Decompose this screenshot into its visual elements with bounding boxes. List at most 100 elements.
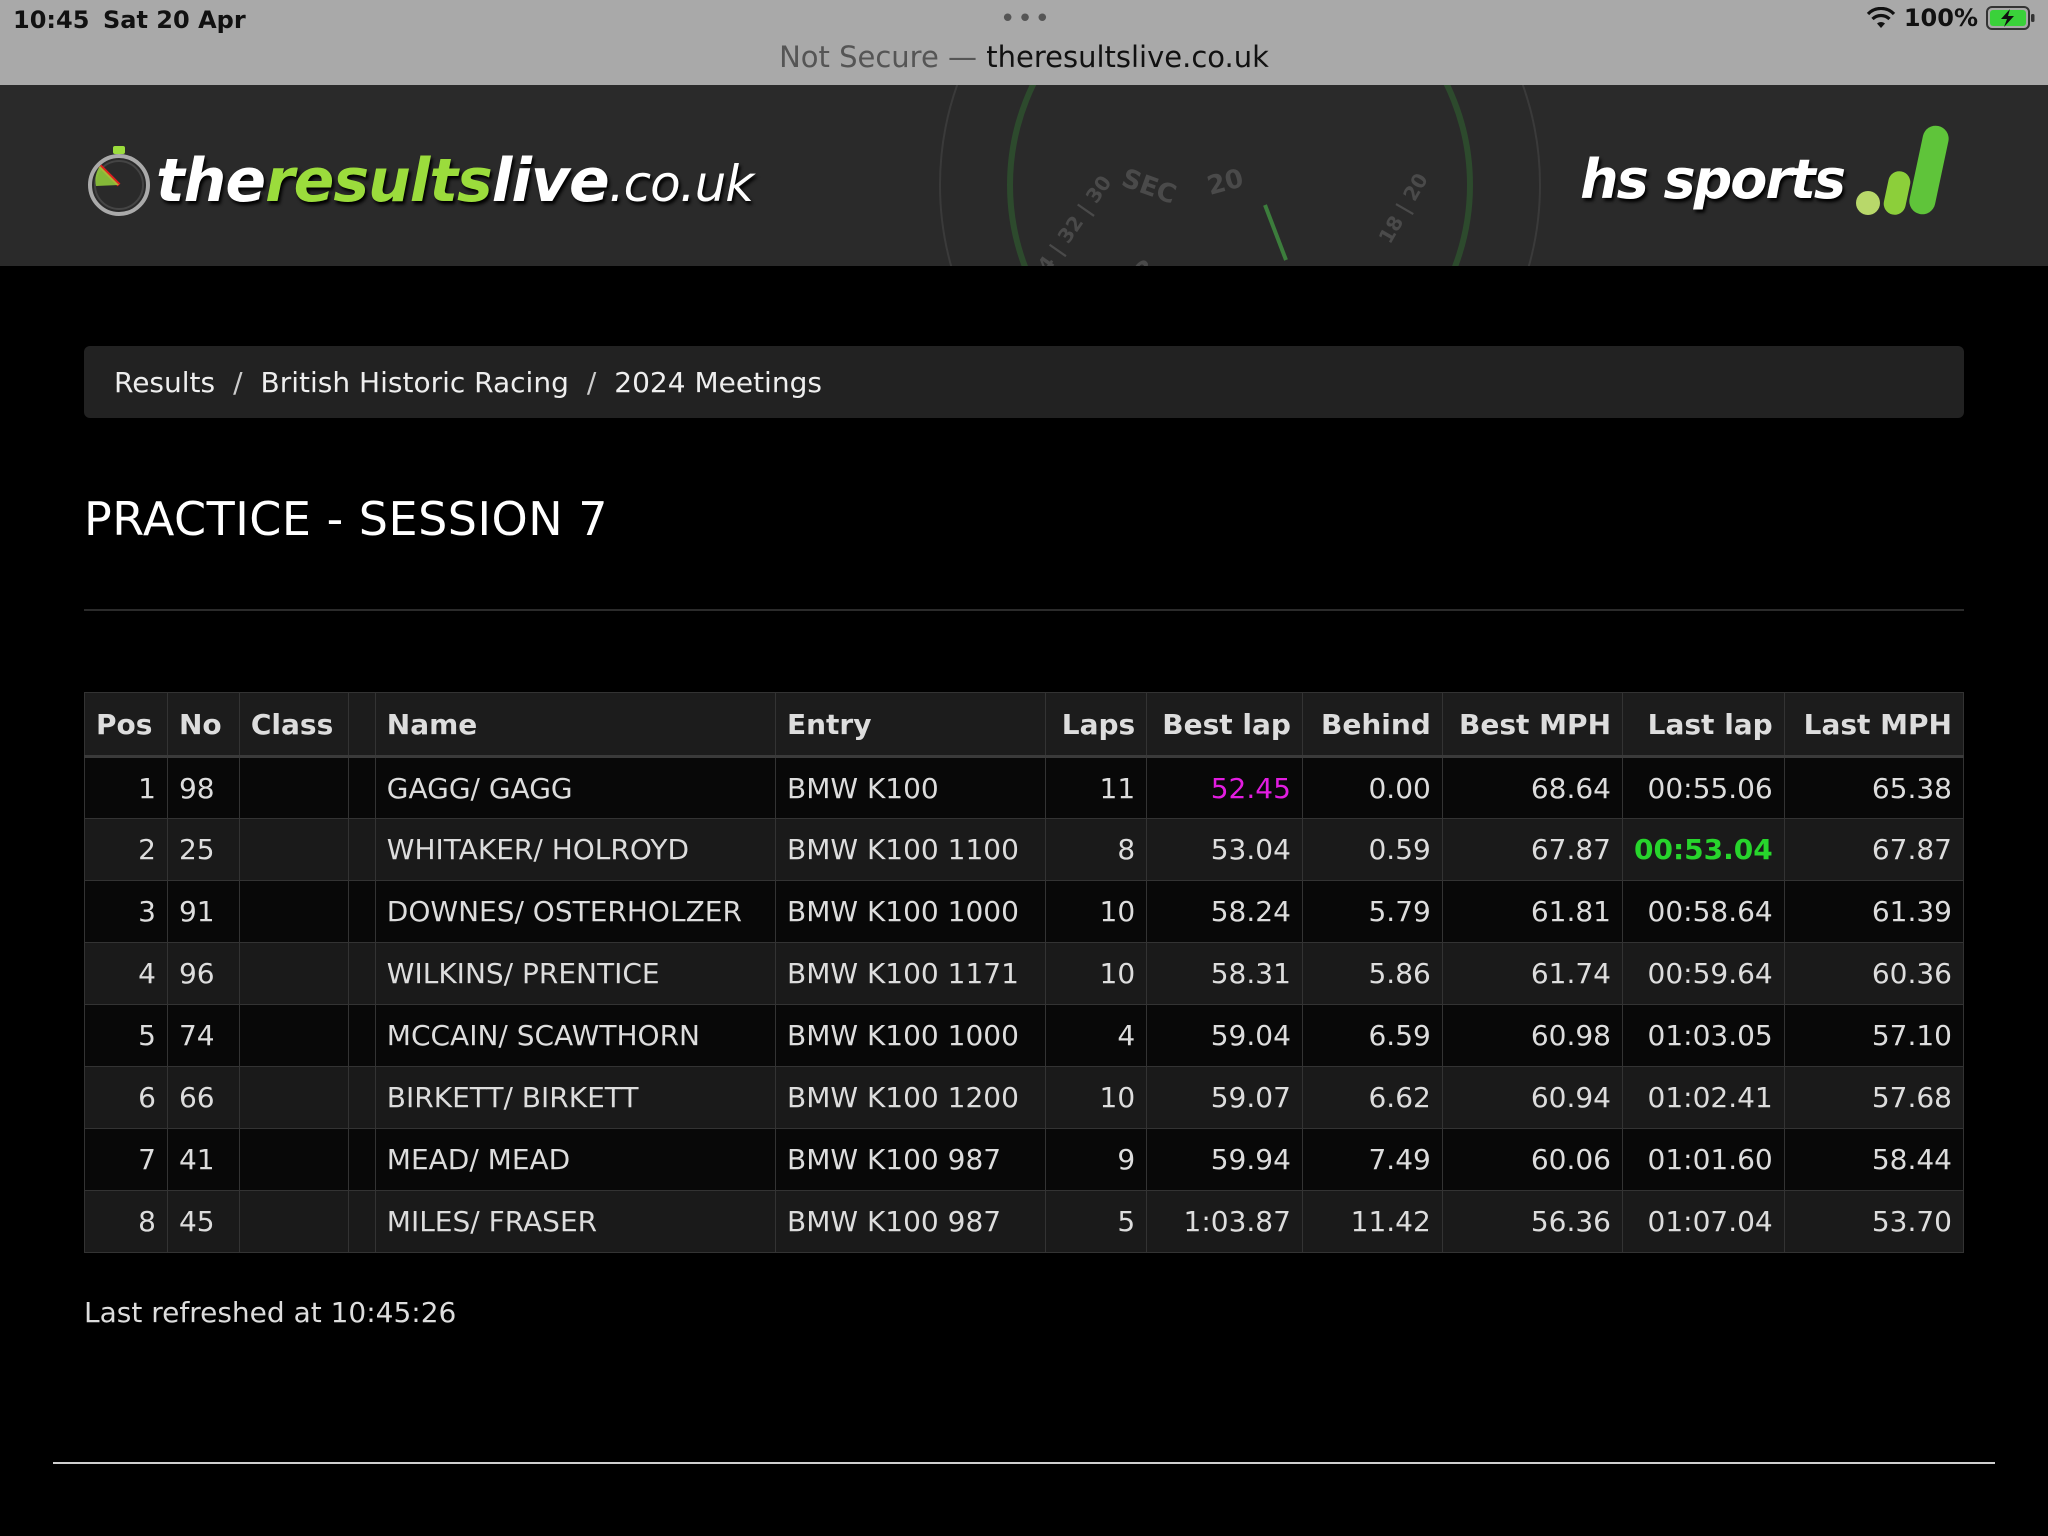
date: Sat 20 Apr [103, 6, 246, 34]
cell-entry: BMW K100 1171 [774, 942, 1047, 1005]
header-last-mph: Last MPH [1783, 692, 1965, 758]
cell-best-lap: 53.04 [1146, 818, 1303, 881]
svg-text:34 | 32 | 30: 34 | 32 | 30 [1024, 171, 1116, 266]
cell-pos: 2 [84, 818, 168, 881]
wifi-icon [1866, 7, 1895, 28]
cell-entry: BMW K100 987 [774, 1128, 1047, 1191]
cell-laps: 4 [1045, 1004, 1148, 1067]
cell-last-mph: 58.44 [1783, 1128, 1965, 1191]
header-best-lap: Best lap [1146, 692, 1303, 758]
svg-text:SEC: SEC [1118, 163, 1180, 210]
table-row: 1 98 GAGG/ GAGG BMW K100 11 52.45 0.00 6… [84, 756, 1965, 819]
cell-laps: 10 [1045, 880, 1148, 943]
cell-last-mph: 61.39 [1783, 880, 1965, 943]
breadcrumb-separator: / [586, 365, 597, 399]
cell-last-lap-personal-best: 00:53.04 [1622, 818, 1785, 881]
cell-spacer [347, 1190, 376, 1253]
svg-text:18: 18 [1115, 254, 1162, 266]
table-row: 8 45 MILES/ FRASER BMW K100 987 5 1:03.8… [84, 1190, 1965, 1253]
results-table: Pos No Class Name Entry Laps Best lap Be… [84, 692, 1965, 1253]
cell-last-lap: 01:02.41 [1622, 1066, 1785, 1129]
cell-best-mph: 61.74 [1441, 942, 1624, 1005]
cell-last-lap: 00:58.64 [1622, 880, 1785, 943]
cell-best-mph: 61.81 [1441, 880, 1624, 943]
cell-behind: 6.62 [1301, 1066, 1443, 1129]
cell-no: 25 [166, 818, 240, 881]
svg-text:20: 20 [1204, 163, 1247, 201]
table-row: 3 91 DOWNES/ OSTERHOLZER BMW K100 1000 1… [84, 880, 1965, 943]
cell-entry: BMW K100 987 [774, 1190, 1047, 1253]
cell-last-lap: 01:07.04 [1622, 1190, 1785, 1253]
cell-no: 91 [166, 880, 240, 943]
cell-entry: BMW K100 [774, 756, 1047, 819]
partner-logo-text: hs sports [1580, 148, 1846, 211]
breadcrumb: Results / British Historic Racing / 2024… [84, 346, 1964, 418]
more-dots-icon[interactable]: ••• [1000, 4, 1052, 34]
cell-last-mph: 57.10 [1783, 1004, 1965, 1067]
header-spacer [347, 692, 376, 758]
cell-entry: BMW K100 1000 [774, 880, 1047, 943]
table-row: 7 41 MEAD/ MEAD BMW K100 987 9 59.94 7.4… [84, 1128, 1965, 1191]
cell-no: 45 [166, 1190, 240, 1253]
breadcrumb-british-historic-racing[interactable]: British Historic Racing [261, 366, 569, 399]
url-host: theresultslive.co.uk [986, 40, 1269, 74]
cell-no: 74 [166, 1004, 240, 1067]
table-header-row: Pos No Class Name Entry Laps Best lap Be… [84, 692, 1965, 758]
header-last-lap: Last lap [1622, 692, 1785, 758]
cell-spacer [347, 942, 376, 1005]
cell-laps: 5 [1045, 1190, 1148, 1253]
last-refreshed-text: Last refreshed at 10:45:26 [84, 1296, 457, 1329]
stopwatch-dial-graphic: 18 17 16 20 SEC 28 | 26 | 24 | 22 34 | 3… [939, 85, 1541, 266]
cell-name: GAGG/ GAGG [374, 756, 776, 819]
footer-divider [53, 1462, 1995, 1464]
table-row: 4 96 WILKINS/ PRENTICE BMW K100 1171 10 … [84, 942, 1965, 1005]
cell-name: MILES/ FRASER [374, 1190, 776, 1253]
cell-name: MEAD/ MEAD [374, 1128, 776, 1191]
status-bar: 10:45 Sat 20 Apr ••• 100% Not Secure — t… [0, 0, 2048, 85]
cell-best-lap: 58.24 [1146, 880, 1303, 943]
breadcrumb-2024-meetings[interactable]: 2024 Meetings [614, 366, 822, 399]
svg-text:18 | 20: 18 | 20 [1374, 169, 1433, 248]
cell-class [238, 1066, 349, 1129]
cell-class [238, 818, 349, 881]
cell-class [238, 880, 349, 943]
cell-last-mph: 65.38 [1783, 756, 1965, 819]
address-bar[interactable]: Not Secure — theresultslive.co.uk [0, 40, 2048, 74]
cell-pos: 8 [84, 1190, 168, 1253]
header-no: No [166, 692, 240, 758]
cell-behind: 0.00 [1301, 756, 1443, 819]
cell-last-lap: 01:01.60 [1622, 1128, 1785, 1191]
cell-no: 66 [166, 1066, 240, 1129]
cell-best-lap-fastest: 52.45 [1146, 756, 1303, 819]
table-row: 6 66 BIRKETT/ BIRKETT BMW K100 1200 10 5… [84, 1066, 1965, 1129]
cell-no: 96 [166, 942, 240, 1005]
cell-pos: 7 [84, 1128, 168, 1191]
theresultslive-logo[interactable]: theresultslive.co.uk [86, 140, 754, 222]
cell-laps: 10 [1045, 942, 1148, 1005]
cell-pos: 6 [84, 1066, 168, 1129]
status-indicators: 100% [1866, 4, 2036, 32]
cell-class [238, 756, 349, 819]
logo-text-results: results [265, 146, 493, 216]
header-pos: Pos [84, 692, 168, 758]
cell-no: 41 [166, 1128, 240, 1191]
cell-behind: 11.42 [1301, 1190, 1443, 1253]
cell-last-lap: 01:03.05 [1622, 1004, 1785, 1067]
cell-spacer [347, 1066, 376, 1129]
header-best-mph: Best MPH [1441, 692, 1624, 758]
cell-name: BIRKETT/ BIRKETT [374, 1066, 776, 1129]
cell-last-lap: 00:59.64 [1622, 942, 1785, 1005]
cell-best-lap: 59.04 [1146, 1004, 1303, 1067]
cell-laps: 9 [1045, 1128, 1148, 1191]
table-row: 5 74 MCCAIN/ SCAWTHORN BMW K100 1000 4 5… [84, 1004, 1965, 1067]
header-behind: Behind [1301, 692, 1443, 758]
cell-best-mph: 60.94 [1441, 1066, 1624, 1129]
cell-entry: BMW K100 1000 [774, 1004, 1047, 1067]
cell-class [238, 1128, 349, 1191]
cell-behind: 5.79 [1301, 880, 1443, 943]
hs-sports-logo[interactable]: hs sports [1580, 121, 1962, 217]
cell-laps: 8 [1045, 818, 1148, 881]
breadcrumb-results[interactable]: Results [114, 366, 215, 399]
cell-entry: BMW K100 1200 [774, 1066, 1047, 1129]
cell-best-mph: 68.64 [1441, 756, 1624, 819]
